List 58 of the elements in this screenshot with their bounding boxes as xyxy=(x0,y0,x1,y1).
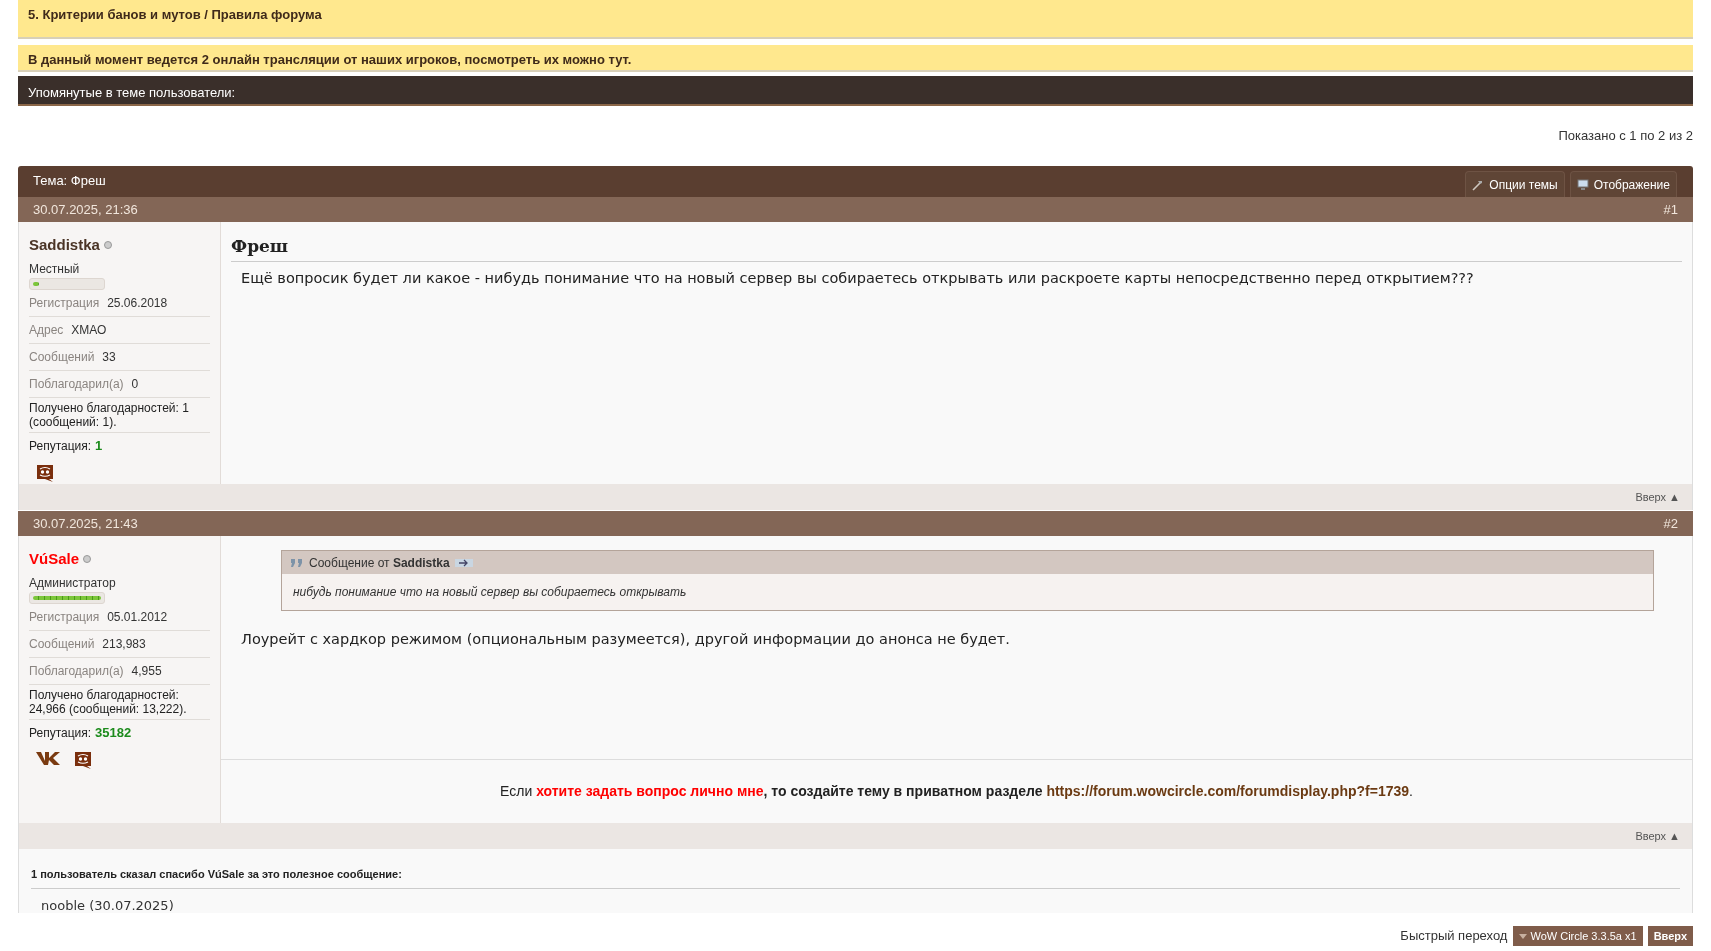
mentioned-users-bar: Упомянутые в теме пользователи: xyxy=(18,76,1693,106)
field-value: 25.06.2018 xyxy=(107,294,168,312)
hammer-icon xyxy=(1472,178,1485,191)
chat-bubble-icon[interactable] xyxy=(35,463,55,483)
quote-header: Сообщение от Saddistka xyxy=(309,554,450,572)
forum-select-button[interactable]: WoW Circle 3.3.5a x1 xyxy=(1513,926,1643,946)
field-value: 4,955 xyxy=(131,662,162,680)
field-label: Адрес xyxy=(29,321,64,339)
thanks-title: 1 пользователь сказал спасибо VúSale за это полезное сообщение: xyxy=(31,868,402,880)
thanks-received: Получено благодарностей: 24,966 (сообщений: 13,222). xyxy=(29,687,188,716)
post-title: Фреш xyxy=(231,235,289,258)
quote-icon xyxy=(290,557,304,568)
pagination-info: Показано с 1 по 2 из 2 xyxy=(1558,127,1693,146)
thanks-user-link[interactable]: nooble (30.07.2025) xyxy=(41,898,174,913)
chat-bubble-icon[interactable] xyxy=(73,750,93,770)
thread-menu-button[interactable]: Опции темы xyxy=(1465,171,1565,197)
thread-menu-button[interactable]: Отображение xyxy=(1569,171,1677,197)
back-to-top-link[interactable]: Вверх ▲ xyxy=(1635,827,1680,845)
reputation-label: Репутация: xyxy=(29,724,92,742)
field-value: 05.01.2012 xyxy=(107,608,168,626)
vk-icon[interactable] xyxy=(35,750,61,766)
top-button[interactable]: Вверх xyxy=(1647,926,1693,946)
post-number-link[interactable]: #1 xyxy=(1663,199,1678,220)
arrow-icon xyxy=(458,558,469,567)
post-date: 30.07.2025, 21:36 xyxy=(33,200,138,219)
user-rank: Администратор xyxy=(29,574,116,592)
field-label: Сообщений xyxy=(29,635,95,653)
quick-nav-label: Быстрый переход xyxy=(1400,927,1508,946)
notice-bar: 5. Критерии банов и мутов / Правила форума xyxy=(18,0,1693,39)
thanks-received: Получено благодарностей: 1 (сообщений: 1). xyxy=(29,400,190,429)
back-to-top-link[interactable]: Вверх ▲ xyxy=(1635,488,1680,506)
monitor-icon xyxy=(1576,178,1589,191)
post-date: 30.07.2025, 21:43 xyxy=(33,514,138,533)
reputation-label: Репутация: xyxy=(29,437,92,455)
field-label: Сообщений xyxy=(29,348,95,366)
field-label: Регистрация xyxy=(29,294,100,312)
field-label: Поблагодарил(а) xyxy=(29,662,124,680)
field-value: 33 xyxy=(102,348,116,366)
notice-bar: В данный момент ведется 2 онлайн трансляции от наших игроков, посмотреть их можно тут. xyxy=(18,45,1693,72)
post-message: Лоурейт с хардкор режимом (опциональным разумеется), другой информации до анонса не будет. xyxy=(240,630,1011,649)
post-number-link[interactable]: #2 xyxy=(1663,513,1678,534)
username-link[interactable]: VúSale xyxy=(29,548,80,571)
field-value: 0 xyxy=(131,375,139,393)
field-label: Регистрация xyxy=(29,608,100,626)
field-value: 213,983 xyxy=(102,635,146,653)
thread-title: Тема: Фреш xyxy=(33,171,106,190)
post-message: Ещё вопросик будет ли какое - нибудь понимание что на новый сервер вы собираетесь открывать или раскроете карты непосредственно перед открытием??? xyxy=(240,268,1475,288)
user-rank: Местный xyxy=(29,260,80,278)
username-link[interactable]: Saddistka xyxy=(29,234,100,257)
signature-link[interactable]: https://forum.wowcircle.com/forumdisplay.php?f=1739 xyxy=(1046,783,1410,799)
signature-text: Если хотите задать вопрос лично мне, то создайте тему в приватном разделе https://forum.wowcircle.com/forumdisplay.php?f=1739. xyxy=(500,782,1413,801)
field-value: ХМАО xyxy=(71,321,107,339)
reputation-value: 1 xyxy=(95,436,103,455)
view-post-link[interactable] xyxy=(454,558,473,567)
quote-text: нибудь понимание что на новый сервер вы собираетесь открывать xyxy=(292,584,688,601)
field-label: Поблагодарил(а) xyxy=(29,375,124,393)
caret-icon xyxy=(1519,933,1528,939)
reputation-value: 35182 xyxy=(95,723,132,742)
